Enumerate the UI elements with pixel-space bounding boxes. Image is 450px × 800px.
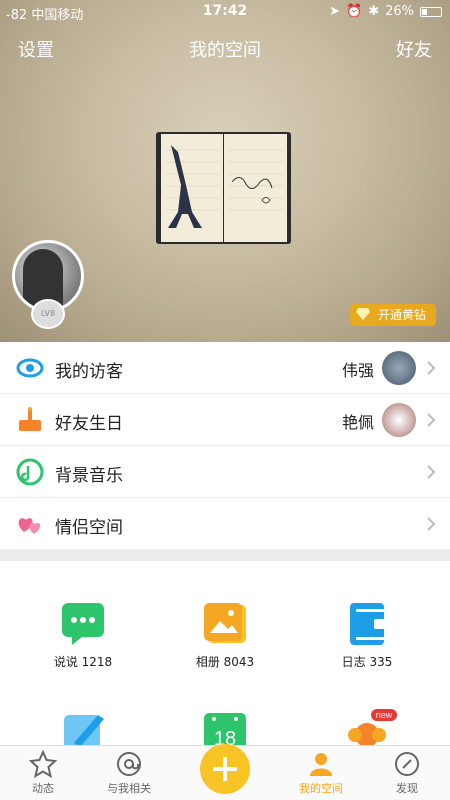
compass-icon: [395, 752, 419, 776]
level-badge: LV8: [31, 299, 65, 329]
person-icon: [310, 753, 332, 776]
chevron-right-icon: [427, 465, 436, 479]
list-item-birthday[interactable]: 好友生日 艳佩: [0, 394, 450, 446]
friend-avatar: [382, 351, 416, 385]
list-label: 我的访客: [55, 362, 123, 382]
music-note-icon: [16, 458, 44, 486]
add-post-button[interactable]: [200, 744, 250, 794]
feature-grid: 说说 1218 相册 8043 日志 335 18 new: [0, 561, 450, 749]
navigation-bar: 设置 我的空间 好友: [0, 30, 450, 64]
chat-bubble-icon: [62, 603, 104, 645]
cover-photo[interactable]: -82 中国移动 17:42 ➤ ⏰ ✱ 26% 设置 我的空间 好友 LV8 …: [0, 0, 450, 342]
list-label: 情侣空间: [55, 518, 123, 538]
star-icon: [29, 750, 57, 778]
tab-label: 发现: [396, 782, 418, 795]
tab-related[interactable]: 与我相关: [84, 750, 174, 796]
menu-list: 我的访客 伟强 好友生日 艳佩 背景音乐 情侣空间: [0, 342, 450, 550]
tab-bar: 动态 与我相关 我的空间 发现: [0, 744, 450, 800]
vip-button-label: 开通黄钻: [377, 308, 426, 322]
journal-icon: [350, 603, 386, 645]
location-icon: ➤: [329, 4, 340, 19]
list-item-couple[interactable]: 情侣空间: [0, 498, 450, 550]
list-value: 伟强: [341, 361, 374, 380]
plus-icon: [213, 757, 237, 781]
tab-my-space[interactable]: 我的空间: [276, 750, 366, 796]
grid-item-journal[interactable]: 日志 335: [292, 601, 442, 670]
diamond-icon: [355, 308, 370, 320]
tab-label: 与我相关: [107, 782, 151, 795]
tab-discover[interactable]: 发现: [362, 750, 450, 796]
status-icons: ➤ ⏰ ✱ 26%: [329, 4, 442, 19]
list-label: 好友生日: [55, 414, 123, 434]
battery-icon: [420, 6, 442, 17]
battery-percent: 26%: [385, 4, 414, 19]
status-bar: -82 中国移动 17:42 ➤ ⏰ ✱ 26%: [0, 0, 450, 23]
bluetooth-icon: ✱: [368, 4, 380, 19]
cake-icon: [19, 407, 41, 431]
pen-icon: [64, 715, 104, 749]
friend-avatar: [382, 403, 416, 437]
avatar-badge-icon: new: [348, 709, 397, 747]
list-item-visitors[interactable]: 我的访客 伟强: [0, 342, 450, 394]
grid-label: 相册 8043: [195, 655, 255, 669]
at-icon: [117, 752, 141, 776]
tab-label: 我的空间: [299, 782, 343, 795]
chevron-right-icon: [427, 413, 436, 427]
list-label: 背景音乐: [55, 466, 123, 486]
calendar-icon: 18: [204, 713, 246, 749]
eye-icon: [16, 358, 44, 378]
photo-album-icon: [204, 603, 246, 643]
open-yellow-diamond-button[interactable]: 开通黄钻: [349, 304, 436, 326]
hearts-icon: [18, 518, 41, 534]
chevron-right-icon: [427, 361, 436, 375]
tab-feed[interactable]: 动态: [0, 750, 88, 796]
grid-item-album[interactable]: 相册 8043: [150, 601, 300, 670]
grid-label: 说说 1218: [53, 655, 113, 669]
svg-text:new: new: [376, 710, 393, 720]
section-divider: [0, 549, 450, 561]
tab-label: 动态: [32, 782, 54, 795]
grid-item-shuoshuo[interactable]: 说说 1218: [8, 601, 158, 670]
grid-label: 日志 335: [341, 655, 393, 669]
page-title: 我的空间: [189, 40, 261, 61]
friends-button[interactable]: 好友: [396, 36, 432, 62]
list-value: 艳佩: [341, 413, 374, 432]
list-item-music[interactable]: 背景音乐: [0, 446, 450, 498]
alarm-icon: ⏰: [346, 4, 363, 19]
chevron-right-icon: [427, 517, 436, 531]
